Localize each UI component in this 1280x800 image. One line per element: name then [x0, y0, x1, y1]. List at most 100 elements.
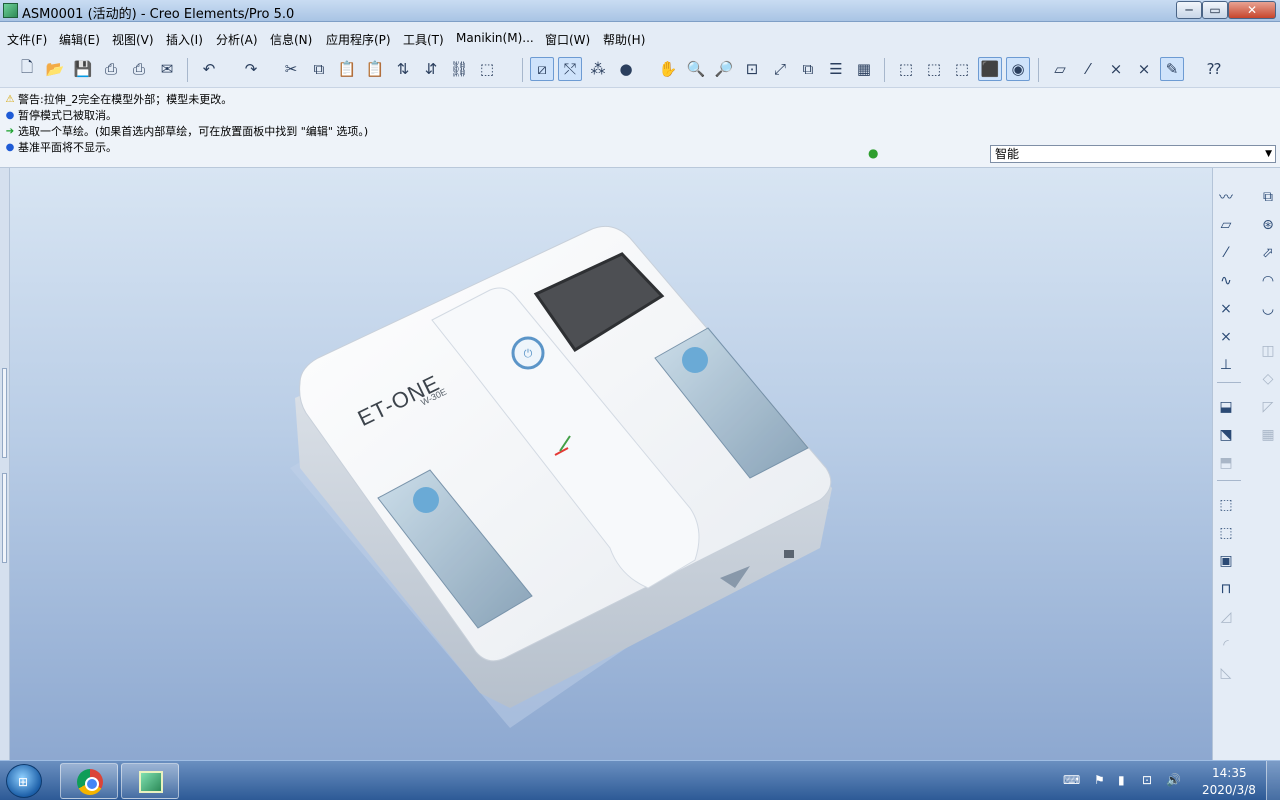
- show-desktop-button[interactable]: [1266, 761, 1280, 800]
- hidden-line-icon[interactable]: ⬚: [922, 57, 946, 81]
- find-icon[interactable]: ⛓: [447, 57, 471, 81]
- send-mail-icon[interactable]: ✉: [155, 57, 179, 81]
- variable-sweep-icon[interactable]: ⬒: [1215, 452, 1237, 474]
- menu-edit[interactable]: 编辑(E): [59, 31, 100, 48]
- print-preview-icon[interactable]: ⎙: [127, 57, 151, 81]
- assemble-icon[interactable]: ⬚: [1215, 494, 1237, 516]
- sketch-datum-curve-icon[interactable]: 〰: [1215, 186, 1237, 208]
- keyboard-icon[interactable]: ⌨: [1063, 773, 1080, 787]
- splitter-handle[interactable]: [2, 473, 7, 563]
- menu-info[interactable]: 信息(N): [270, 31, 312, 48]
- print-icon[interactable]: ⎙: [99, 57, 123, 81]
- copy-icon[interactable]: ⧉: [307, 57, 331, 81]
- menu-applications[interactable]: 应用程序(P): [326, 31, 391, 48]
- coordinate-system-icon[interactable]: ⨯: [1215, 326, 1237, 348]
- datum-points-toggle-icon[interactable]: ⁂: [586, 57, 610, 81]
- datum-axis-icon[interactable]: ⁄: [1215, 242, 1237, 264]
- menu-insert[interactable]: 插入(I): [166, 31, 203, 48]
- saved-views-icon[interactable]: ⧉: [796, 57, 820, 81]
- context-help-icon[interactable]: ⁇: [1202, 57, 1226, 81]
- toolbar-separator: [1217, 480, 1241, 481]
- enhanced-realism-icon[interactable]: ◉: [1006, 57, 1030, 81]
- creo-app-icon[interactable]: [3, 3, 18, 18]
- graphics-viewport[interactable]: ⏻ ET-ONE W-30E: [0, 168, 1212, 760]
- pan-hand-icon[interactable]: ✋: [656, 57, 680, 81]
- menu-tools[interactable]: 工具(T): [403, 31, 444, 48]
- paste-special-icon[interactable]: 📋: [363, 57, 387, 81]
- network-icon[interactable]: ⊡: [1142, 773, 1152, 787]
- shading-sphere-icon[interactable]: ●: [614, 57, 638, 81]
- no-hidden-icon[interactable]: ⬚: [950, 57, 974, 81]
- splitter-handle[interactable]: [2, 368, 7, 458]
- datum-plane-icon[interactable]: ▱: [1215, 214, 1237, 236]
- taskbar-chrome-button[interactable]: [60, 763, 118, 799]
- menu-view[interactable]: 视图(V): [112, 31, 154, 48]
- zoom-in-icon[interactable]: 🔍: [684, 57, 708, 81]
- extrude-icon[interactable]: ⬓: [1215, 396, 1237, 418]
- datum-point-display-icon[interactable]: ×: [1104, 57, 1128, 81]
- view-manager-icon[interactable]: ▦: [852, 57, 876, 81]
- maximize-button[interactable]: ▭: [1202, 1, 1228, 19]
- menu-analysis[interactable]: 分析(A): [216, 31, 258, 48]
- merge-icon[interactable]: ◇: [1257, 368, 1279, 390]
- left-splitter[interactable]: [0, 168, 10, 760]
- datum-point-icon[interactable]: ×: [1215, 298, 1237, 320]
- annotation-display-icon[interactable]: ✎: [1160, 57, 1184, 81]
- boundary-blend-icon[interactable]: ◡: [1257, 298, 1279, 320]
- paste-icon[interactable]: 📋: [335, 57, 359, 81]
- rib-icon[interactable]: ◿: [1215, 606, 1237, 628]
- cut-icon[interactable]: ✂: [279, 57, 303, 81]
- close-button[interactable]: ✕: [1228, 1, 1276, 19]
- selection-box-icon[interactable]: ⬚: [475, 57, 499, 81]
- save-icon[interactable]: 💾: [71, 57, 95, 81]
- round-icon[interactable]: ◜: [1215, 634, 1237, 656]
- message-text: 基准平面将不显示。: [18, 141, 117, 154]
- refit-icon[interactable]: ⊡: [740, 57, 764, 81]
- selection-filter-dropdown[interactable]: 智能 ▼: [990, 145, 1276, 163]
- datum-plane-display-icon[interactable]: ▱: [1048, 57, 1072, 81]
- layers-icon[interactable]: ☰: [824, 57, 848, 81]
- menu-manikin[interactable]: Manikin(M)...: [456, 31, 534, 45]
- zoom-out-icon[interactable]: 🔎: [712, 57, 736, 81]
- chevron-down-icon[interactable]: ▼: [1265, 146, 1272, 162]
- new-file-icon[interactable]: 🗋: [15, 57, 39, 81]
- datum-axes-toggle-icon[interactable]: ⤲: [558, 57, 582, 81]
- analysis-feature-icon[interactable]: ⊥: [1215, 354, 1237, 376]
- action-center-icon[interactable]: ⚑: [1094, 773, 1105, 787]
- taskbar-creo-button[interactable]: [121, 763, 179, 799]
- coordinate-system-display-icon[interactable]: ⨯: [1132, 57, 1156, 81]
- menu-file[interactable]: 文件(F): [7, 31, 47, 48]
- menu-window[interactable]: 窗口(W): [545, 31, 590, 48]
- wireframe-icon[interactable]: ⬚: [894, 57, 918, 81]
- menu-help[interactable]: 帮助(H): [603, 31, 645, 48]
- sketch-curve-icon[interactable]: ∿: [1215, 270, 1237, 292]
- usb-device-icon[interactable]: ▮: [1118, 773, 1125, 787]
- component-interface-icon[interactable]: ▣: [1215, 550, 1237, 572]
- revolve-tool-icon[interactable]: ⬔: [1215, 424, 1237, 446]
- clock-date[interactable]: 2020/3/8: [1202, 783, 1256, 797]
- trim-icon[interactable]: ◸: [1257, 396, 1279, 418]
- volume-icon[interactable]: 🔊: [1166, 773, 1181, 787]
- chamfer-icon[interactable]: ◺: [1215, 662, 1237, 684]
- revolve-icon[interactable]: ⊛: [1257, 214, 1279, 236]
- datum-planes-toggle-icon[interactable]: ⧄: [530, 57, 554, 81]
- shell-icon[interactable]: ⊓: [1215, 578, 1237, 600]
- mirror-icon[interactable]: ◫: [1257, 340, 1279, 362]
- shading-icon[interactable]: ⬛: [978, 57, 1002, 81]
- blend-icon[interactable]: ◠: [1257, 270, 1279, 292]
- redo-icon[interactable]: ↷: [239, 57, 263, 81]
- open-folder-icon[interactable]: 📂: [43, 57, 67, 81]
- regenerate-icon[interactable]: ⇅: [391, 57, 415, 81]
- minimize-button[interactable]: ─: [1176, 1, 1202, 19]
- clock-time[interactable]: 14:35: [1212, 766, 1247, 780]
- regenerate-manager-icon[interactable]: ⇵: [419, 57, 443, 81]
- sweep-icon[interactable]: ⬀: [1257, 242, 1279, 264]
- pattern-icon[interactable]: ▦: [1257, 424, 1279, 446]
- create-component-icon[interactable]: ⬚: [1215, 522, 1237, 544]
- copy-feature-icon[interactable]: ⧉: [1257, 186, 1279, 208]
- reorient-icon[interactable]: ⤢: [768, 57, 792, 81]
- datum-axis-display-icon[interactable]: ⁄: [1076, 57, 1100, 81]
- start-button[interactable]: ⊞: [6, 764, 42, 798]
- undo-icon[interactable]: ↶: [197, 57, 221, 81]
- model-view-svg[interactable]: ⏻: [0, 168, 1212, 760]
